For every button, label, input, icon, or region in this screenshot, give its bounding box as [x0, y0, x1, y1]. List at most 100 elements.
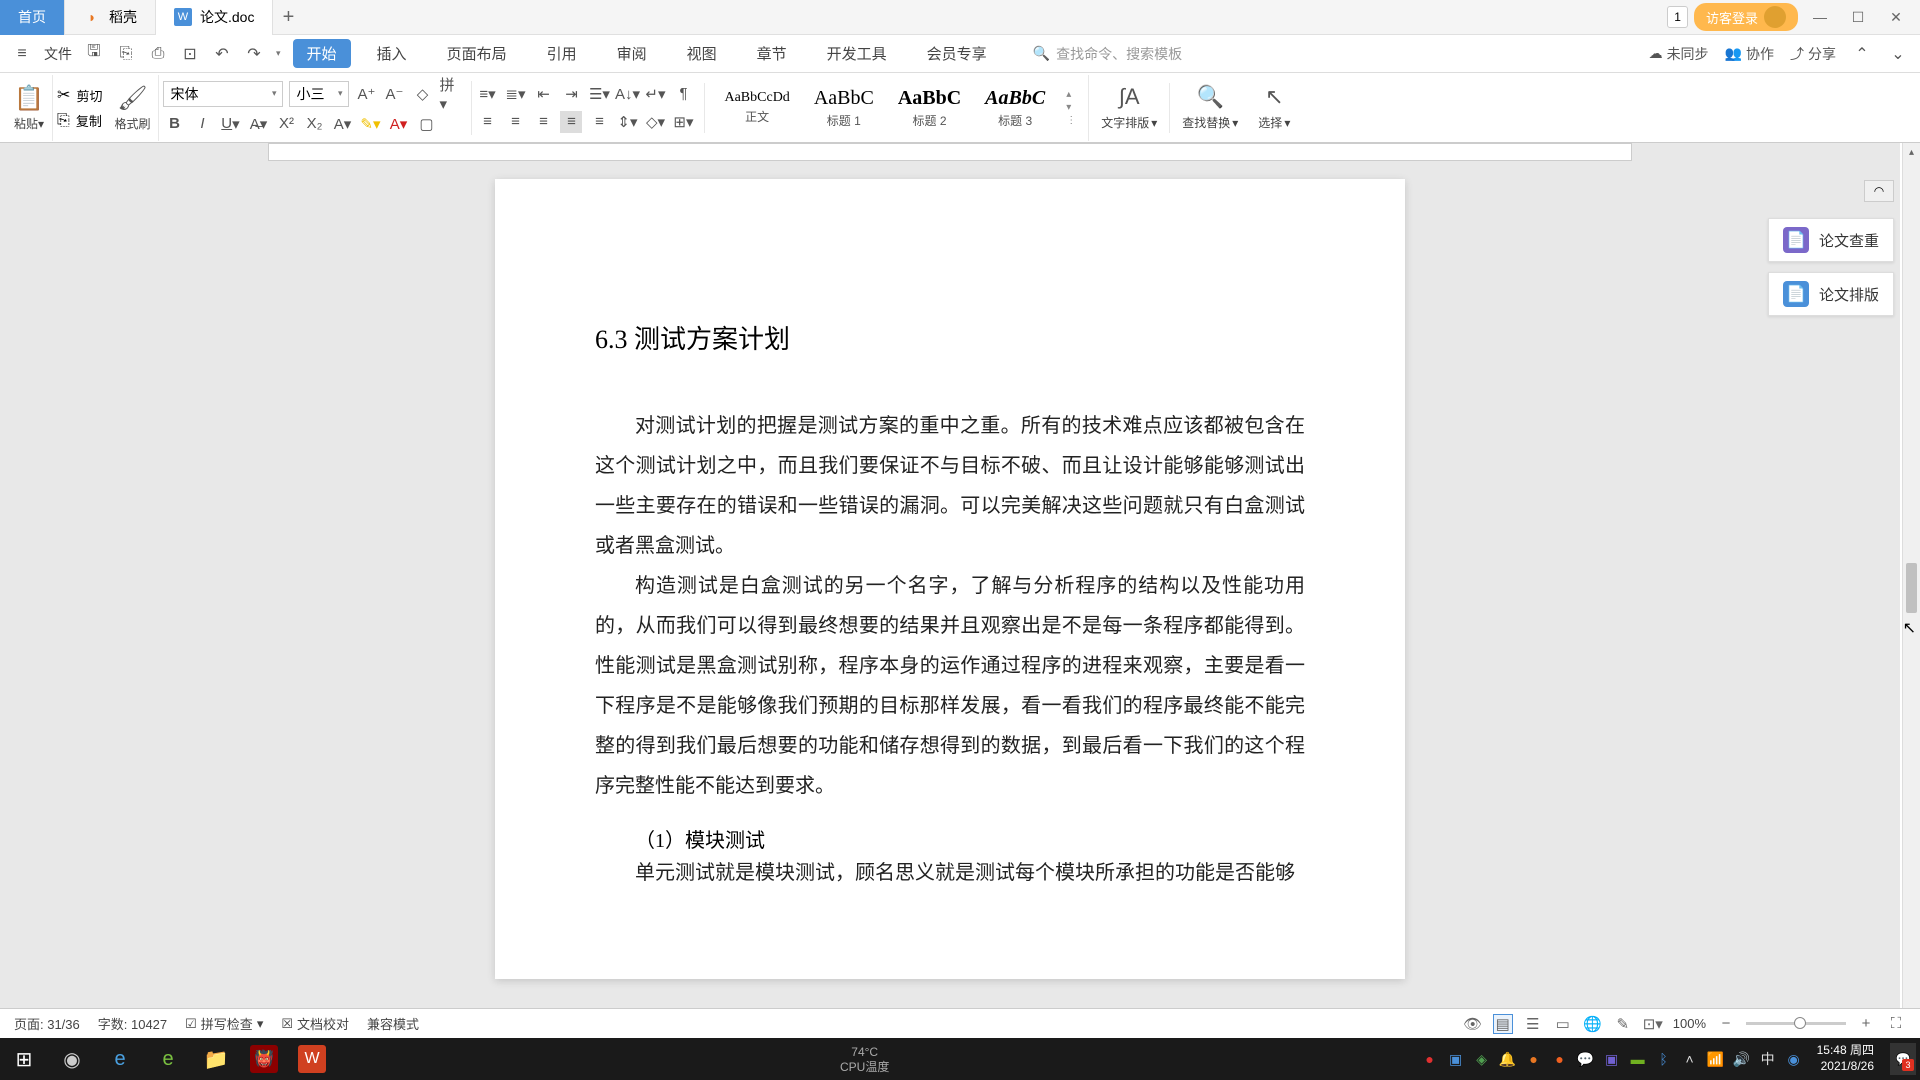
pen-icon[interactable]: ✎ [1613, 1014, 1633, 1034]
fit-icon[interactable]: ⊡▾ [1643, 1014, 1663, 1034]
obs-icon[interactable]: ◉ [48, 1038, 96, 1080]
align-distrib-icon[interactable]: ≡ [588, 111, 610, 133]
strikethrough-icon[interactable]: A̶▾ [247, 113, 269, 135]
superscript-icon[interactable]: X² [275, 113, 297, 135]
outline-view-icon[interactable]: ☰ [1523, 1014, 1543, 1034]
login-button[interactable]: 访客登录 [1694, 3, 1798, 31]
close-button[interactable]: ✕ [1880, 3, 1912, 31]
volume-icon[interactable]: 🔊 [1731, 1048, 1753, 1070]
edge-icon[interactable]: e [144, 1038, 192, 1080]
tab-document[interactable]: W论文.doc [156, 0, 273, 35]
search-box[interactable]: 🔍 查找命令、搜索模板 [1033, 44, 1637, 64]
scroll-up-icon[interactable]: ▴ [1903, 143, 1920, 161]
shrink-font-icon[interactable]: A⁻ [383, 83, 405, 105]
file-menu[interactable]: 文件 [44, 44, 72, 64]
italic-icon[interactable]: I [191, 113, 213, 135]
paste-icon[interactable]: 📋 [14, 84, 44, 113]
web-view-icon[interactable]: ▭ [1553, 1014, 1573, 1034]
tray-icon[interactable]: ● [1523, 1048, 1545, 1070]
bold-icon[interactable]: B [163, 113, 185, 135]
show-marks-icon[interactable]: ¶ [672, 83, 694, 105]
undo-icon[interactable]: ↶ [212, 44, 232, 64]
zoom-in-icon[interactable]: + [1856, 1014, 1876, 1034]
tray-icon[interactable]: ◈ [1471, 1048, 1493, 1070]
paper-check-button[interactable]: 📄 论文查重 [1768, 218, 1894, 262]
align-right-icon[interactable]: ≡ [532, 111, 554, 133]
cut-button[interactable]: ✂剪切 [57, 85, 102, 105]
align-center-icon[interactable]: ≡ [504, 111, 526, 133]
phonetic-icon[interactable]: 拼▾ [439, 83, 461, 105]
asian-layout-icon[interactable]: ☰▾ [588, 83, 610, 105]
menu-member[interactable]: 会员专享 [913, 39, 1001, 68]
font-color-icon[interactable]: A▾ [387, 113, 409, 135]
export-icon[interactable]: ⎘ [116, 44, 136, 64]
tray-icon[interactable]: ◉ [1783, 1048, 1805, 1070]
start-button[interactable]: ⊞ [0, 1038, 48, 1080]
bluetooth-icon[interactable]: ᛒ [1653, 1048, 1675, 1070]
minimize-button[interactable]: — [1804, 3, 1836, 31]
tab-home[interactable]: 首页 [0, 0, 65, 35]
page-indicator[interactable]: 页面: 31/36 [14, 1014, 80, 1033]
tray-icon[interactable]: 🔔 [1497, 1048, 1519, 1070]
highlight-icon[interactable]: ✎▾ [359, 113, 381, 135]
wps-icon[interactable]: W [288, 1038, 336, 1080]
clear-format-icon[interactable]: ◇ [411, 83, 433, 105]
reading-mode-icon[interactable]: 👁 [1463, 1014, 1483, 1034]
menu-dev-tools[interactable]: 开发工具 [813, 39, 901, 68]
font-name-select[interactable]: 宋体▾ [163, 81, 283, 107]
tab-shell[interactable]: ◗稻壳 [65, 0, 156, 35]
align-justify-icon[interactable]: ≡ [560, 111, 582, 133]
app-icon[interactable]: 👹 [240, 1038, 288, 1080]
style-heading2[interactable]: AaBbC标题 2 [891, 82, 968, 134]
preview-icon[interactable]: ⊡ [180, 44, 200, 64]
underline-icon[interactable]: U▾ [219, 113, 241, 135]
zoom-out-icon[interactable]: − [1716, 1014, 1736, 1034]
indent-inc-icon[interactable]: ⇥ [560, 83, 582, 105]
char-border-icon[interactable]: ▢ [415, 113, 437, 135]
window-count-badge[interactable]: 1 [1667, 6, 1688, 28]
qat-dropdown[interactable]: ▾ [276, 48, 281, 59]
new-tab-button[interactable]: + [273, 2, 303, 32]
globe-icon[interactable]: 🌐 [1583, 1014, 1603, 1034]
style-normal[interactable]: AaBbCcDd正文 [717, 85, 796, 130]
format-painter-icon[interactable]: 🖌 [117, 84, 147, 113]
spell-check[interactable]: ☑ 拼写检查▾ [185, 1014, 263, 1033]
print-icon[interactable]: ⎙ [148, 44, 168, 64]
line-break-icon[interactable]: ↵▾ [644, 83, 666, 105]
zoom-value[interactable]: 100% [1673, 1016, 1706, 1031]
borders-icon[interactable]: ⊞▾ [672, 111, 694, 133]
notification-center[interactable]: 💬3 [1890, 1043, 1916, 1075]
ruler[interactable] [268, 143, 1632, 161]
tray-icon[interactable]: ● [1419, 1048, 1441, 1070]
page-view-icon[interactable]: ▤ [1493, 1014, 1513, 1034]
bullet-list-icon[interactable]: ≡▾ [476, 83, 498, 105]
subscript-icon[interactable]: X₂ [303, 113, 325, 135]
text-effect-icon[interactable]: A▾ [331, 113, 353, 135]
maximize-button[interactable]: ☐ [1842, 3, 1874, 31]
menu-page-layout[interactable]: 页面布局 [433, 39, 521, 68]
align-left-icon[interactable]: ≡ [476, 111, 498, 133]
ime-indicator[interactable]: 中 [1757, 1048, 1779, 1070]
collapse-panel-icon[interactable]: ◠ [1864, 180, 1894, 202]
style-heading3[interactable]: AaBbC标题 3 [978, 82, 1052, 134]
style-heading1[interactable]: AaBbC标题 1 [807, 82, 881, 134]
menu-icon[interactable]: ≡ [12, 44, 32, 64]
menu-insert[interactable]: 插入 [363, 39, 421, 68]
vertical-scrollbar[interactable]: ▴ ▾ [1902, 143, 1920, 1040]
wifi-icon[interactable]: 📶 [1705, 1048, 1727, 1070]
paper-layout-button[interactable]: 📄 论文排版 [1768, 272, 1894, 316]
sort-icon[interactable]: A↓▾ [616, 83, 638, 105]
number-list-icon[interactable]: ≣▾ [504, 83, 526, 105]
scroll-thumb[interactable] [1906, 563, 1917, 613]
fullscreen-icon[interactable]: ⛶ [1886, 1014, 1906, 1034]
proof-read[interactable]: ☒ 文档校对 [281, 1014, 349, 1033]
menu-chapter[interactable]: 章节 [743, 39, 801, 68]
menu-review[interactable]: 审阅 [603, 39, 661, 68]
paste-label[interactable]: 粘贴▾ [14, 115, 44, 132]
tray-icon[interactable]: ▣ [1445, 1048, 1467, 1070]
grow-font-icon[interactable]: A⁺ [355, 83, 377, 105]
tray-icon[interactable]: ▬ [1627, 1048, 1649, 1070]
cpu-temp-widget[interactable]: 74°C CPU温度 [840, 1045, 889, 1074]
menu-start[interactable]: 开始 [293, 39, 351, 68]
styles-scroll[interactable]: ▴▾⋮ [1062, 89, 1080, 126]
